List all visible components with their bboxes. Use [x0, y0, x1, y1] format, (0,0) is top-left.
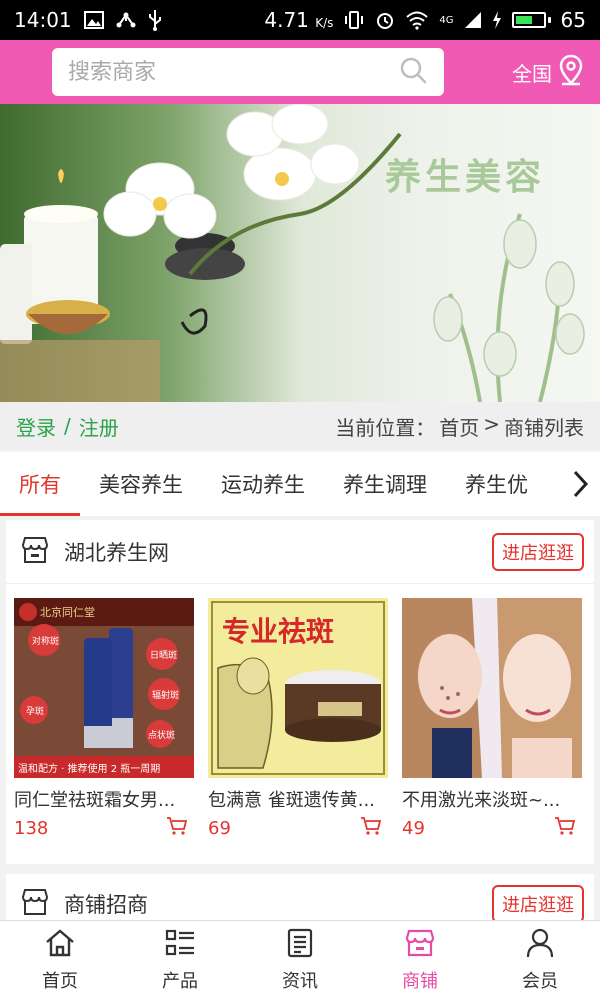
- search-input[interactable]: [68, 59, 398, 85]
- user-icon[interactable]: [525, 928, 555, 963]
- nav-products[interactable]: 产品: [120, 921, 240, 1000]
- enter-shop-button[interactable]: 进店逛逛: [492, 532, 584, 571]
- product-image[interactable]: 北京同仁堂 对称斑 日晒斑 辐射斑 孕斑 点状斑 温和配方 · 推荐使用 2 瓶…: [14, 598, 194, 778]
- shop-card: 湖北养生网 进店逛逛 北京同仁堂 对称斑 日晒斑 辐射斑 孕斑 点状斑 温和配方…: [6, 520, 594, 864]
- breadcrumb-arrow: >: [483, 411, 500, 436]
- shop-name[interactable]: 湖北养生网: [64, 537, 169, 567]
- product-price: 69: [208, 817, 231, 839]
- nav-news[interactable]: 资讯: [240, 921, 360, 1000]
- product-name[interactable]: 包满意 雀斑遗传黄...: [208, 786, 388, 812]
- wifi-icon: [405, 10, 429, 30]
- usb-icon: [148, 9, 162, 31]
- cart-icon[interactable]: [554, 816, 576, 840]
- cart-icon[interactable]: [166, 816, 188, 840]
- breadcrumb: 当前位置： 首页 > 商铺列表: [335, 412, 584, 441]
- cart-icon[interactable]: [360, 816, 382, 840]
- nav-label[interactable]: 首页: [42, 967, 78, 993]
- product-image-tag: 对称斑: [32, 637, 60, 647]
- nav-label[interactable]: 资讯: [282, 967, 318, 993]
- login-separator: /: [64, 414, 71, 438]
- product-price: 49: [402, 817, 425, 839]
- location-pin-icon[interactable]: [558, 54, 584, 91]
- shop-header[interactable]: 商铺招商 进店逛逛: [6, 874, 594, 924]
- nav-shops[interactable]: 商铺: [360, 921, 480, 1000]
- region-selector[interactable]: 全国: [512, 54, 584, 91]
- shop-card: 商铺招商 进店逛逛: [6, 874, 594, 924]
- product-image-tag: 点状斑: [148, 731, 176, 741]
- product-image[interactable]: [402, 598, 582, 778]
- product-image[interactable]: 专业祛斑: [208, 598, 388, 778]
- nav-label[interactable]: 产品: [162, 967, 198, 993]
- image-icon: [83, 11, 104, 29]
- list-icon[interactable]: [164, 928, 196, 963]
- product-name[interactable]: 同仁堂祛斑霜女男...: [14, 786, 194, 812]
- status-bar: 14:01 4.71 K/s 4G 65: [0, 0, 600, 40]
- banner-title: 养生美容: [385, 157, 546, 198]
- network-speed: 4.71 K/s: [264, 8, 334, 32]
- search-icon[interactable]: [398, 55, 428, 89]
- product-card[interactable]: 不用激光来淡斑~... 49: [402, 598, 582, 840]
- nav-label[interactable]: 会员: [522, 967, 558, 993]
- tab-health-premium[interactable]: 养生优: [446, 452, 547, 516]
- register-link[interactable]: 注册: [79, 412, 119, 441]
- alarm-icon: [375, 10, 395, 30]
- shop-header[interactable]: 湖北养生网 进店逛逛: [6, 520, 594, 584]
- product-list: 北京同仁堂 对称斑 日晒斑 辐射斑 孕斑 点状斑 温和配方 · 推荐使用 2 瓶…: [6, 584, 594, 840]
- network-type: 4G: [439, 14, 454, 26]
- nav-member[interactable]: 会员: [480, 921, 600, 1000]
- login-link[interactable]: 登录: [16, 412, 56, 441]
- product-image-tag: 日晒斑: [150, 651, 178, 661]
- signal-icon: [464, 11, 482, 29]
- product-price: 138: [14, 817, 49, 839]
- product-image-caption: 北京同仁堂: [40, 606, 95, 619]
- product-image-caption: 专业祛斑: [222, 615, 335, 648]
- battery-percent: 65: [560, 8, 586, 32]
- tab-beauty-health[interactable]: 美容养生: [80, 452, 202, 516]
- store-icon: [20, 887, 50, 921]
- news-icon[interactable]: [285, 928, 315, 963]
- vibrate-icon: [343, 10, 365, 30]
- share-icon: [116, 11, 136, 29]
- charging-icon: [492, 11, 502, 29]
- store-icon: [20, 535, 50, 569]
- enter-shop-button[interactable]: 进店逛逛: [492, 884, 584, 923]
- tab-sport-health[interactable]: 运动养生: [202, 452, 324, 516]
- nav-home[interactable]: 首页: [0, 921, 120, 1000]
- product-image-tag: 孕斑: [26, 707, 45, 717]
- product-image-tag: 辐射斑: [152, 691, 180, 701]
- shop-name[interactable]: 商铺招商: [64, 889, 148, 919]
- status-time: 14:01: [14, 8, 72, 32]
- info-strip: 登录 / 注册 当前位置： 首页 > 商铺列表: [0, 402, 600, 450]
- breadcrumb-current: 商铺列表: [504, 415, 584, 440]
- nav-label[interactable]: 商铺: [402, 967, 438, 993]
- breadcrumb-prefix: 当前位置：: [335, 415, 436, 440]
- product-card[interactable]: 专业祛斑 包满意 雀斑遗传黄... 69: [208, 598, 388, 840]
- chevron-right-icon[interactable]: [560, 452, 600, 516]
- bottom-nav: 首页 产品 资讯 商铺 会员: [0, 920, 600, 1000]
- header: 全国: [0, 40, 600, 104]
- region-label[interactable]: 全国: [512, 58, 552, 87]
- tab-health-conditioning[interactable]: 养生调理: [324, 452, 446, 516]
- product-image-caption: 温和配方 · 推荐使用 2 瓶一周期: [18, 764, 161, 775]
- battery-icon: [511, 12, 551, 28]
- breadcrumb-home[interactable]: 首页: [439, 412, 479, 441]
- home-icon[interactable]: [44, 928, 76, 963]
- tab-all[interactable]: 所有: [0, 452, 80, 516]
- product-card[interactable]: 北京同仁堂 对称斑 日晒斑 辐射斑 孕斑 点状斑 温和配方 · 推荐使用 2 瓶…: [14, 598, 194, 840]
- category-tabs: 所有 美容养生 运动养生 养生调理 养生优: [0, 452, 600, 516]
- promo-banner[interactable]: 养生美容: [0, 104, 600, 402]
- shop-icon[interactable]: [404, 928, 436, 963]
- product-name[interactable]: 不用激光来淡斑~...: [402, 786, 582, 812]
- search-box[interactable]: [52, 48, 444, 96]
